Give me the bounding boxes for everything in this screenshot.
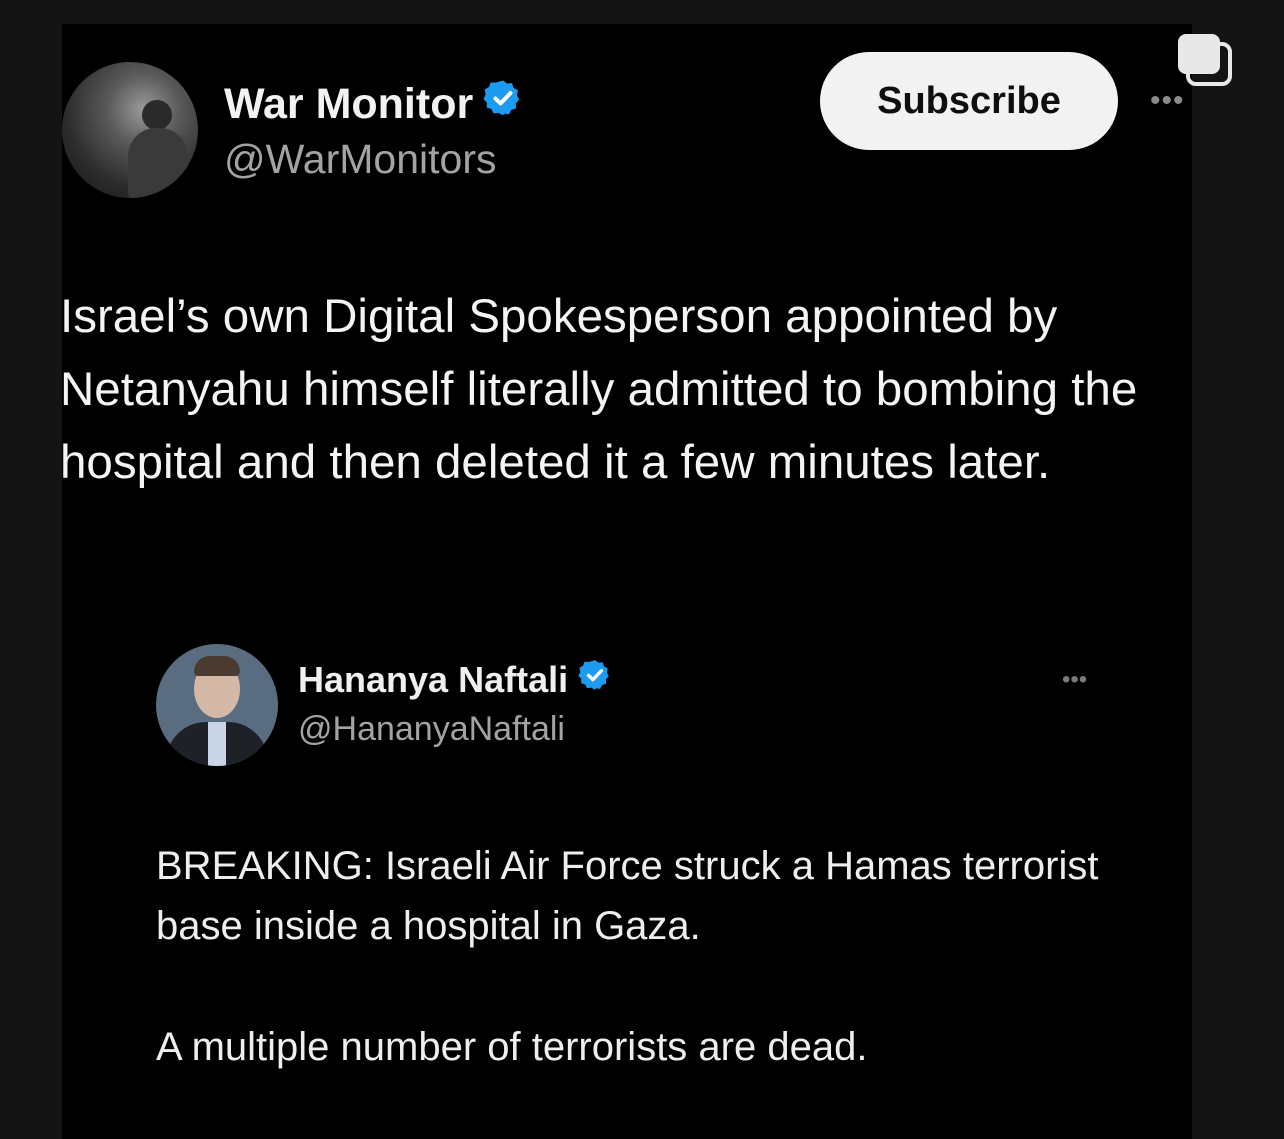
- author-name-row[interactable]: War Monitor: [224, 78, 523, 129]
- quoted-author-name[interactable]: Hananya Naftali: [298, 658, 568, 702]
- quoted-post-text: BREAKING: Israeli Air Force struck a Ham…: [156, 844, 1099, 948]
- author-avatar[interactable]: [62, 62, 198, 198]
- author-name[interactable]: War Monitor: [224, 79, 473, 129]
- quoted-author-handle[interactable]: @HananyaNaftali: [298, 708, 565, 750]
- quoted-post-text-2: A multiple number of terrorists are dead…: [156, 1025, 868, 1069]
- post-text: Israel’s own Digital Spokesperson appoin…: [60, 290, 1138, 489]
- author-handle[interactable]: @WarMonitors: [224, 134, 496, 184]
- more-dots-icon[interactable]: •••: [1150, 84, 1185, 118]
- post-card: [62, 24, 1192, 1139]
- quoted-more-dots-icon[interactable]: •••: [1062, 666, 1087, 694]
- subscribe-button[interactable]: Subscribe: [820, 52, 1118, 150]
- quoted-author-avatar[interactable]: [156, 644, 278, 766]
- quoted-author-name-row[interactable]: Hananya Naftali: [298, 658, 612, 702]
- copy-icon[interactable]: [1174, 30, 1234, 88]
- verified-badge-icon: [578, 658, 612, 702]
- verified-badge-icon: [483, 78, 523, 129]
